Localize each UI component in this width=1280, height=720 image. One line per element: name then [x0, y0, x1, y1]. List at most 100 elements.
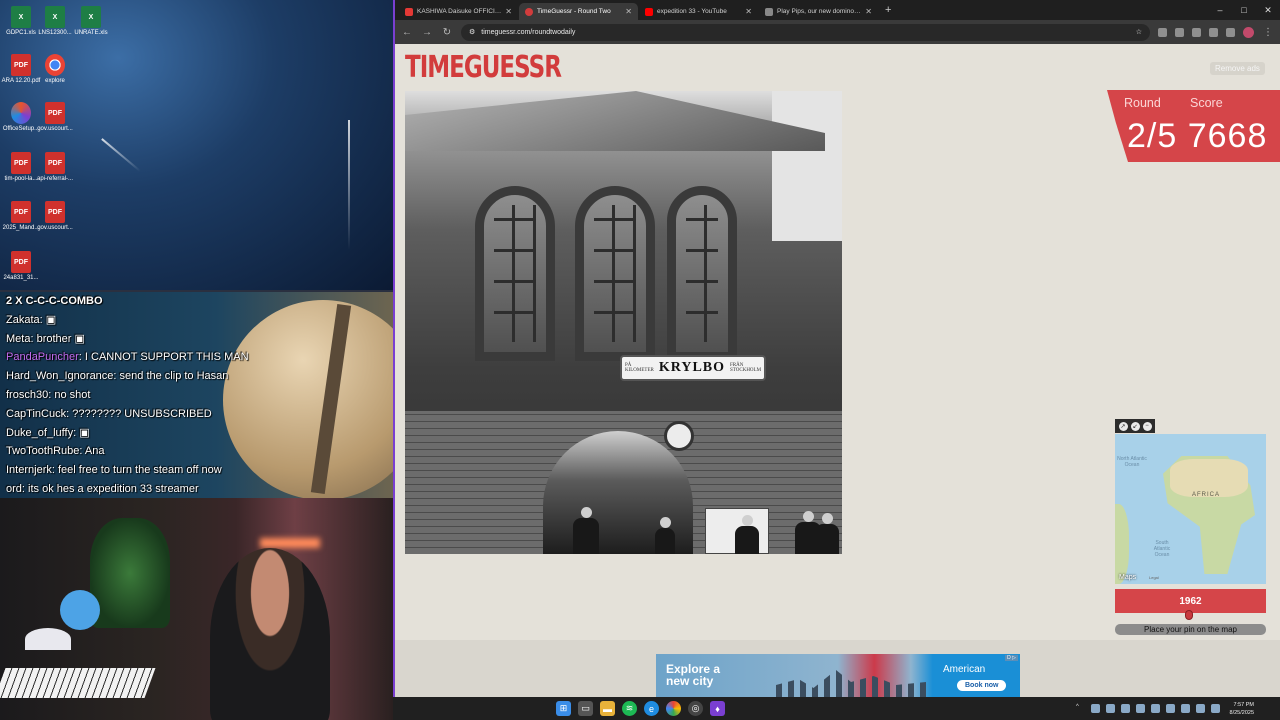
tray-app-icon[interactable]: [1121, 704, 1130, 713]
tab-kashiwa[interactable]: KASHIWA Daisuke OFFICIAL CH...✕: [399, 3, 518, 20]
advertisement[interactable]: Explore a new city American Book now D ▷: [656, 654, 1020, 697]
windows-start-icon[interactable]: ⊞: [556, 701, 571, 716]
photo-sky: [772, 91, 842, 241]
address-bar[interactable]: ⚙ timeguessr.com/roundtwodaily ☆: [461, 23, 1150, 41]
maximize-button[interactable]: □: [1232, 0, 1256, 20]
year-slider-handle[interactable]: [1185, 610, 1193, 620]
chat-message: TwoToothRube: Ana: [6, 445, 105, 458]
desktop-icon[interactable]: X UNRATE.xls: [70, 6, 112, 36]
map-landmass-south-america: [1115, 504, 1129, 584]
youtube-icon: [645, 7, 653, 16]
twitch-icon[interactable]: ♦: [710, 701, 725, 716]
pips-favicon-icon: [765, 7, 773, 16]
extension-icon[interactable]: [1192, 27, 1201, 37]
volume-icon[interactable]: [1196, 704, 1205, 713]
reload-icon[interactable]: ↻: [441, 27, 453, 38]
ad-book-now-button[interactable]: Book now: [957, 680, 1007, 691]
pdf-icon: PDF: [11, 152, 31, 174]
place-pin-button[interactable]: Place your pin on the map: [1115, 624, 1266, 635]
maps-legal-link[interactable]: Legal: [1149, 575, 1159, 580]
obs-icon[interactable]: ◎: [688, 701, 703, 716]
chat-username: ord: [6, 482, 22, 495]
timeguessr-logo[interactable]: TIMEGUESSR: [405, 51, 562, 85]
spotify-icon[interactable]: ≋: [622, 701, 637, 716]
menu-dots-icon[interactable]: ⋮: [1262, 27, 1274, 38]
tray-app-icon[interactable]: [1166, 704, 1175, 713]
tray-app-icon[interactable]: [1106, 704, 1115, 713]
map-minimize-icon[interactable]: −: [1142, 421, 1152, 431]
close-tab-icon[interactable]: ✕: [625, 7, 632, 16]
desktop-icon[interactable]: PDF api-referral-...: [34, 152, 76, 182]
tray-app-icon[interactable]: [1136, 704, 1145, 713]
close-tab-icon[interactable]: ✕: [745, 7, 752, 16]
extension-icon[interactable]: [1175, 27, 1184, 37]
remove-ads-button[interactable]: Remove ads: [1210, 62, 1265, 75]
chat-message: frosch30: no shot: [6, 388, 91, 401]
plush-toy: [60, 590, 100, 630]
map-controls: ↗ ↙ −: [1115, 419, 1155, 433]
photo-arch-window: [667, 186, 737, 361]
split-view-icon[interactable]: [1226, 27, 1235, 37]
file-explorer-icon[interactable]: ▬: [600, 701, 615, 716]
score-value: 7668: [1187, 117, 1268, 155]
map-shrink-icon[interactable]: ↙: [1130, 421, 1140, 431]
plant: [90, 518, 170, 628]
forward-arrow-icon[interactable]: →: [421, 27, 433, 38]
tab-pips[interactable]: Play Pips, our new dominoes p...✕: [759, 3, 878, 20]
tab-youtube[interactable]: expedition 33 - YouTube ✕: [639, 3, 758, 20]
bookmark-star-icon[interactable]: ☆: [1136, 28, 1142, 36]
round-score-values: 2/5 7668: [1127, 117, 1267, 156]
puzzle-icon[interactable]: [1209, 27, 1218, 37]
desktop-icon[interactable]: explore: [34, 54, 76, 84]
photo-roof: [405, 91, 825, 151]
battery-icon[interactable]: [1211, 704, 1220, 713]
map-label-north-atlantic: North Atlantic Ocean: [1117, 456, 1147, 468]
tray-app-icon[interactable]: [1151, 704, 1160, 713]
round-score-panel: Round Score 2/5 7668: [1107, 90, 1280, 162]
desktop-icon[interactable]: PDF gov.uscourt...: [34, 201, 76, 231]
tray-chevron-icon[interactable]: ^: [1076, 704, 1085, 713]
desktop-icon[interactable]: PDF 24a831_31...: [0, 251, 42, 281]
keyboard: [0, 668, 156, 698]
tray-app-icon[interactable]: [1091, 704, 1100, 713]
network-icon[interactable]: [1181, 704, 1190, 713]
extension-icon[interactable]: [1158, 27, 1167, 37]
ad-info-icon[interactable]: D ▷: [1005, 655, 1018, 661]
new-tab-button[interactable]: +: [879, 4, 897, 16]
photo-person: [573, 507, 599, 554]
site-info-icon[interactable]: ⚙: [469, 28, 475, 36]
browser-window: KASHIWA Daisuke OFFICIAL CH...✕ TimeGues…: [393, 0, 1280, 697]
chrome-icon[interactable]: [666, 701, 681, 716]
chat-username: Zakata: [6, 313, 40, 326]
close-tab-icon[interactable]: ✕: [505, 7, 512, 16]
excel-icon: X: [45, 6, 65, 28]
round-photo[interactable]: PÅ KILOMETER KRYLBO FRÅN STOCKHOLM: [405, 91, 842, 554]
taskbar-apps: ⊞ ▭ ▬ ≋ e ◎ ♦: [556, 701, 725, 716]
photo-arch-window: [475, 186, 555, 361]
back-arrow-icon[interactable]: ←: [401, 27, 413, 38]
desktop-icon[interactable]: PDF gov.uscourt...: [34, 102, 76, 132]
chat-username: frosch30: [6, 388, 49, 401]
chat-text: brother: [36, 332, 72, 345]
profile-avatar[interactable]: [1243, 26, 1254, 38]
excel-icon: X: [81, 6, 101, 28]
chat-message: ord: its ok hes a expedition 33 streamer: [6, 482, 199, 495]
emote-icon: ▣: [79, 426, 90, 439]
edge-icon[interactable]: e: [644, 701, 659, 716]
tab-timeguessr[interactable]: TimeGuessr - Round Two ✕: [519, 3, 638, 20]
task-view-icon[interactable]: ▭: [578, 701, 593, 716]
photo-person: [735, 515, 759, 554]
chat-username: Hard_Won_Ignorance: [6, 370, 114, 383]
taskbar-clock[interactable]: 7:57 PM 8/25/2025: [1230, 701, 1254, 717]
meteor-streak: [101, 138, 141, 172]
chat-message: PandaPuncher: I CANNOT SUPPORT THIS MAN: [6, 351, 249, 364]
guess-map[interactable]: North Atlantic Ocean AFRICA South Atlant…: [1115, 434, 1266, 584]
timeguessr-favicon-icon: [525, 7, 533, 16]
close-tab-icon[interactable]: ✕: [865, 7, 872, 16]
map-expand-icon[interactable]: ↗: [1118, 421, 1128, 431]
close-window-button[interactable]: ✕: [1256, 0, 1280, 20]
excel-icon: X: [11, 6, 31, 28]
chat-combo: 2 X C-C-C-COMBO: [6, 295, 103, 307]
minimize-button[interactable]: –: [1208, 0, 1232, 20]
pdf-icon: PDF: [45, 152, 65, 174]
